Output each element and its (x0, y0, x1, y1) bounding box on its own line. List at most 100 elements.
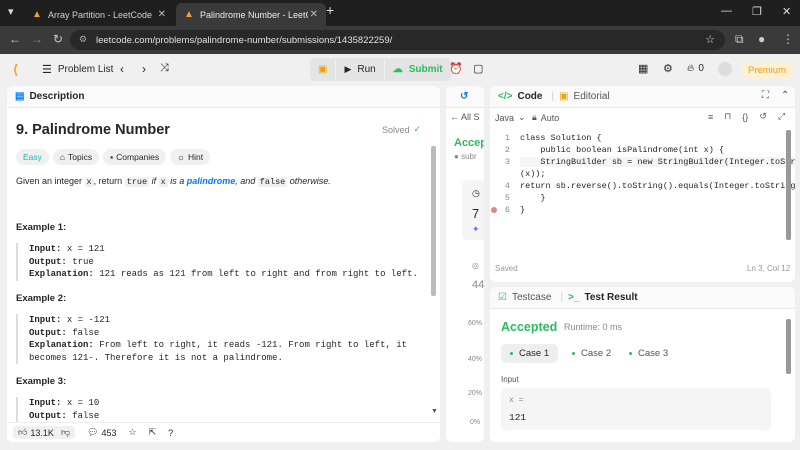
forward-icon[interactable]: → (31, 32, 43, 46)
tab-code[interactable]: Code (517, 91, 542, 102)
leetcode-logo-icon[interactable]: ⟨ (13, 62, 18, 78)
comments-button[interactable]: 💬︎ 453 (87, 427, 116, 438)
test-scrollbar[interactable] (786, 319, 791, 374)
layout-icon[interactable]: ▦ (638, 62, 648, 75)
tab-editorial[interactable]: Editorial (574, 91, 610, 102)
axis-tick: 0% (470, 419, 481, 426)
explanation-label: Explanation: (29, 269, 94, 279)
topics-tag[interactable]: ⌂ Topics (52, 149, 100, 165)
maximize-icon[interactable]: ❐ (752, 5, 762, 18)
next-problem-icon[interactable]: › (142, 62, 146, 76)
shuffle-icon[interactable]: ⤨ (160, 62, 169, 75)
star-icon[interactable]: ☆ (129, 427, 137, 438)
like-button[interactable]: 👍︎ 13.1K 👎︎ (13, 426, 76, 439)
close-window-icon[interactable]: ✕ (782, 5, 791, 18)
tab-search-icon[interactable]: ▾ (8, 5, 14, 18)
runtime-text: Runtime: 0 ms (564, 322, 623, 332)
browser-tab-palindrome-number[interactable]: ▲ Palindrome Number - LeetCode ✕ (176, 3, 326, 26)
case-2-tab[interactable]: Case 2 (563, 344, 620, 363)
line-number: 6 (504, 205, 510, 215)
close-tab-icon[interactable]: ✕ (310, 9, 318, 20)
debug-button[interactable]: ▣ (310, 58, 335, 81)
hint-tag[interactable]: ☼ Hint (170, 149, 211, 165)
code-scrollbar[interactable] (786, 130, 791, 240)
auto-mode-toggle[interactable]: 🔒︎ Auto (532, 112, 559, 123)
auto-label: Auto (540, 112, 560, 123)
problem-list-button[interactable]: ☰ Problem List (42, 63, 113, 76)
fire-icon: 🔥︎ (687, 63, 695, 74)
run-button[interactable]: ▶ Run (335, 58, 383, 81)
comment-icon: 💬︎ (87, 427, 99, 437)
notes-icon[interactable]: ▢ (473, 62, 483, 75)
share-icon[interactable]: ⇱ (149, 427, 157, 438)
leetcode-favicon-icon: ▲ (32, 8, 42, 20)
case-label: Case 3 (638, 348, 669, 359)
minimize-icon[interactable]: — (721, 5, 732, 17)
cloud-upload-icon: ☁ (392, 64, 403, 75)
maximize-panel-icon[interactable]: ⛶ (762, 90, 769, 101)
menu-dots-icon[interactable]: ⋮ (782, 32, 794, 46)
description-scrollbar[interactable] (431, 146, 436, 296)
pass-dot (510, 352, 513, 355)
input-label: Input: (29, 244, 62, 254)
statement-text: Given an integer (16, 176, 85, 186)
streak-counter[interactable]: 🔥︎ 0 (687, 63, 704, 74)
tab-test-result[interactable]: Test Result (584, 292, 637, 303)
submission-author-label: subr (461, 152, 477, 161)
tab-description[interactable]: Description (29, 91, 84, 102)
tab-testcase[interactable]: Testcase (512, 292, 551, 303)
palindrome-link[interactable]: palindrome (187, 176, 236, 186)
cursor-position: Ln 3, Col 12 (747, 264, 791, 273)
input-box: x = 121 (501, 388, 771, 430)
url-input[interactable]: ⚙ leetcode.com/problems/palindrome-numbe… (70, 30, 725, 50)
output-value: false (72, 327, 100, 338)
submit-label: Submit (408, 64, 443, 75)
code-icon: </> (498, 91, 513, 102)
runtime-card[interactable]: ◷ 7 ✦ (462, 180, 484, 240)
format-icon[interactable]: ≡ (708, 112, 713, 122)
briefcase-icon: ▪ (110, 152, 114, 162)
problem-title[interactable]: 9. Palindrome Number (16, 122, 170, 138)
solved-label: Solved (382, 124, 410, 135)
timer-icon[interactable]: ⏰ (449, 62, 463, 75)
example-title: Example 3: (16, 376, 67, 387)
braces-icon[interactable]: {} (742, 112, 748, 122)
axis-tick: 60% (468, 320, 483, 327)
prev-problem-icon[interactable]: ‹ (120, 62, 124, 76)
help-icon[interactable]: ? (168, 428, 173, 438)
output-label: Output: (29, 327, 67, 338)
code-area[interactable]: 1 2 3 4 5 6 class Solution { public bool… (490, 130, 795, 260)
companies-label: Companies (116, 152, 160, 162)
new-tab-button[interactable]: + (326, 2, 334, 18)
premium-button[interactable]: Premium (741, 61, 793, 79)
submit-button[interactable]: ☁ Submit (383, 58, 451, 81)
companies-tag[interactable]: ▪ Companies (103, 149, 167, 165)
profile-icon[interactable]: ● (758, 32, 765, 46)
reset-icon[interactable]: ↺ (759, 111, 767, 122)
site-info-icon[interactable]: ⚙ (79, 34, 87, 45)
expand-icon[interactable]: ⤢ (778, 111, 785, 122)
back-icon[interactable]: ← (9, 32, 21, 46)
bookmark-star-icon[interactable]: ☆ (705, 33, 715, 46)
close-tab-icon[interactable]: ✕ (158, 9, 166, 20)
settings-gear-icon[interactable]: ⚙ (663, 62, 673, 75)
history-icon[interactable]: ↺ (460, 91, 468, 102)
avatar[interactable] (718, 62, 732, 76)
all-submissions-label: All S (461, 112, 480, 122)
thumbs-down-icon[interactable]: 👎︎ (61, 427, 70, 438)
difficulty-badge[interactable]: Easy (16, 149, 49, 165)
extensions-icon[interactable]: ⧉ (735, 32, 744, 47)
language-select[interactable]: Java ⌄ (495, 112, 526, 123)
browser-tab-array-partition[interactable]: ▲ Array Partition - LeetCode ✕ (24, 3, 174, 26)
case-1-tab[interactable]: Case 1 (501, 344, 559, 363)
collapse-panel-icon[interactable]: ⌃ (781, 90, 789, 101)
reload-icon[interactable]: ↻ (53, 32, 63, 46)
bookmark-icon[interactable]: ⊓ (724, 111, 731, 122)
case-3-tab[interactable]: Case 3 (620, 344, 677, 363)
scroll-down-icon[interactable]: ▼ (431, 408, 438, 415)
breakpoint-dot[interactable] (491, 207, 497, 213)
example-box: Input: x = 10 Output: false (16, 397, 421, 422)
all-submissions-tab[interactable]: ← All S (450, 112, 480, 122)
submission-status: Accep (454, 137, 484, 149)
inline-code: false (257, 177, 288, 187)
